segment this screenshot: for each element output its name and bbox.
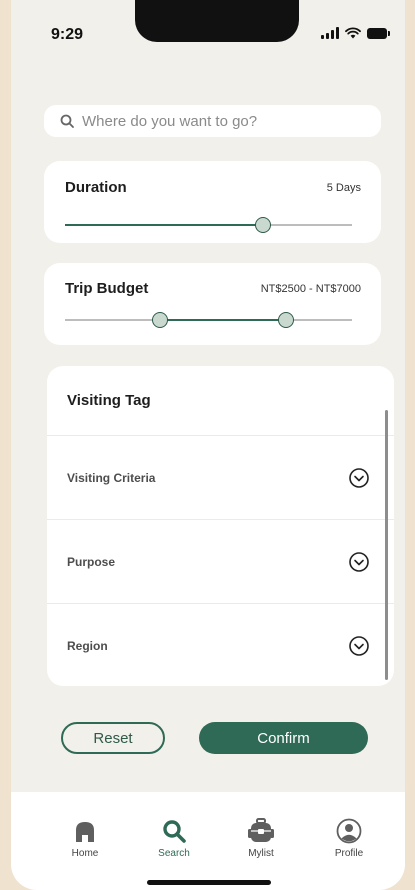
budget-title: Trip Budget [65, 280, 149, 297]
search-bar[interactable] [44, 105, 381, 137]
tab-search[interactable]: Search [144, 818, 204, 859]
search-input[interactable] [82, 112, 352, 130]
duration-slider[interactable] [65, 217, 352, 233]
visiting-tag-title: Visiting Tag [47, 366, 394, 436]
confirm-button[interactable]: Confirm [199, 722, 368, 754]
home-indicator [147, 880, 271, 885]
scrollbar[interactable] [385, 410, 388, 680]
duration-card: Duration 5 Days [44, 161, 381, 243]
chevron-down-circle-icon[interactable] [348, 467, 370, 489]
duration-value: 5 Days [326, 182, 361, 194]
dropdown-label: Region [67, 638, 108, 653]
home-icon [76, 822, 94, 842]
tab-label: Search [158, 848, 190, 859]
budget-slider[interactable] [65, 312, 352, 328]
status-icons [321, 27, 390, 39]
tab-label: Mylist [248, 848, 274, 859]
visiting-criteria-dropdown[interactable]: Visiting Criteria [47, 436, 394, 520]
chevron-down-circle-icon[interactable] [348, 551, 370, 573]
budget-value: NT$2500 - NT$7000 [260, 283, 361, 295]
dropdown-label: Visiting Criteria [67, 470, 156, 485]
tab-profile[interactable]: Profile [319, 818, 379, 859]
tab-label: Home [71, 848, 99, 859]
dropdown-label: Purpose [67, 554, 116, 569]
region-dropdown[interactable]: Region [47, 604, 394, 686]
tab-mylist[interactable]: Mylist [231, 818, 291, 859]
search-icon [163, 820, 186, 843]
duration-title: Duration [65, 179, 127, 196]
purpose-dropdown[interactable]: Purpose [47, 520, 394, 604]
tab-label: Profile [334, 848, 364, 859]
phone-screen: 9:29 Duration 5 Days Trip Bu [11, 0, 405, 890]
budget-card: Trip Budget NT$2500 - NT$7000 [44, 263, 381, 345]
tab-home[interactable]: Home [55, 818, 115, 859]
duration-slider-fill [65, 224, 264, 226]
wifi-icon [345, 27, 361, 39]
search-icon [60, 114, 74, 128]
signal-icon [321, 27, 339, 39]
tab-bar: Home Search Mylist Profile [11, 792, 405, 890]
profile-icon [336, 818, 362, 844]
budget-slider-min-thumb[interactable] [151, 312, 168, 328]
visiting-tag-card: Visiting Tag Visiting Criteria Purpose R… [47, 366, 394, 686]
budget-slider-fill [159, 319, 286, 321]
notch [135, 0, 299, 42]
chevron-down-circle-icon[interactable] [348, 635, 370, 657]
duration-slider-thumb[interactable] [255, 217, 272, 233]
battery-icon [367, 27, 390, 39]
budget-slider-max-thumb[interactable] [277, 312, 294, 328]
status-bar: 9:29 [11, 0, 405, 52]
status-time: 9:29 [51, 26, 84, 43]
reset-button[interactable]: Reset [61, 722, 165, 754]
backpack-icon [248, 818, 274, 842]
